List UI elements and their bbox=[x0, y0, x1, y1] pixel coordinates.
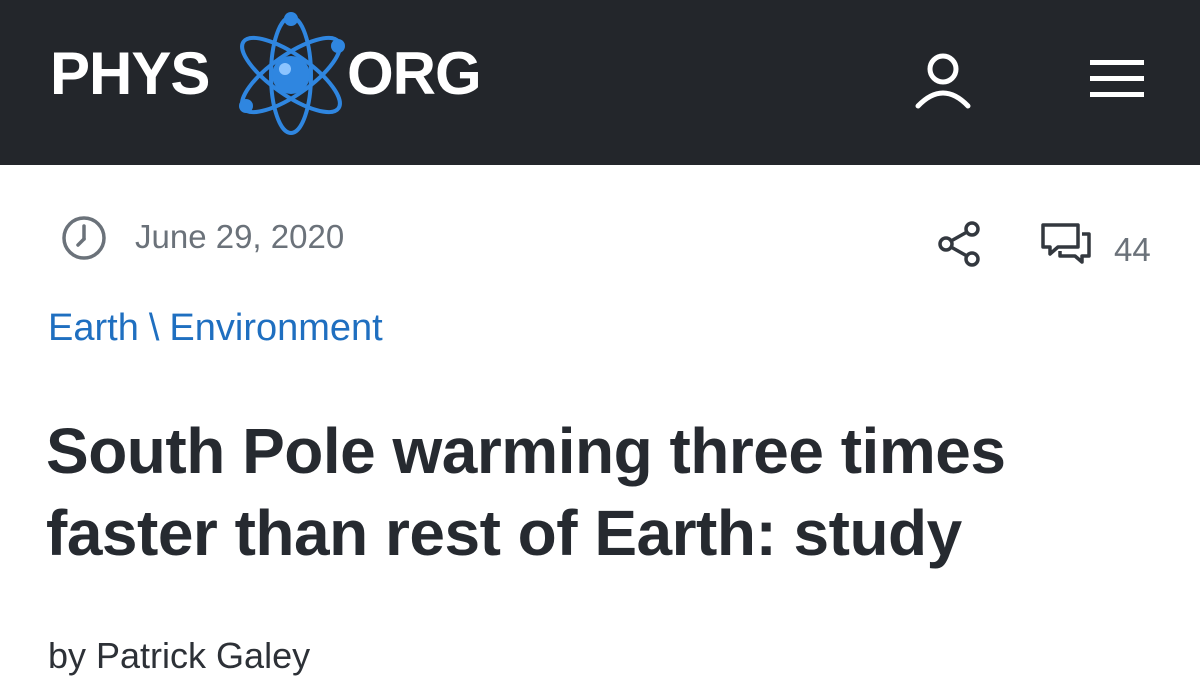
share-icon bbox=[938, 221, 980, 267]
logo-text-phys: PHYS bbox=[50, 40, 210, 107]
breadcrumb: Earth \ Environment bbox=[48, 305, 383, 351]
user-account-button[interactable] bbox=[908, 50, 978, 110]
clock-icon bbox=[62, 216, 106, 260]
user-icon bbox=[915, 53, 971, 109]
hamburger-menu-icon bbox=[1090, 60, 1144, 97]
breadcrumb-separator: \ bbox=[148, 307, 160, 349]
breadcrumb-category-link[interactable]: Earth bbox=[48, 307, 139, 349]
comment-icon bbox=[1041, 223, 1091, 264]
atom-icon bbox=[239, 12, 345, 135]
article-byline: by Patrick Galey bbox=[48, 635, 311, 676]
comments-button[interactable]: 44 bbox=[1038, 220, 1158, 272]
article-meta-row: June 29, 2020 44 bbox=[0, 200, 1200, 280]
site-logo[interactable]: PHYS ORG bbox=[50, 12, 510, 138]
logo-text-org: ORG bbox=[347, 40, 482, 107]
top-navigation-bar: PHYS ORG bbox=[0, 0, 1200, 165]
publish-date: June 29, 2020 bbox=[135, 218, 345, 255]
breadcrumb-subcategory-link[interactable]: Environment bbox=[169, 307, 382, 349]
main-menu-button[interactable] bbox=[1084, 54, 1150, 104]
share-button[interactable] bbox=[934, 218, 986, 270]
article-title: South Pole warming three times faster th… bbox=[46, 415, 1006, 569]
comment-count: 44 bbox=[1114, 231, 1151, 268]
